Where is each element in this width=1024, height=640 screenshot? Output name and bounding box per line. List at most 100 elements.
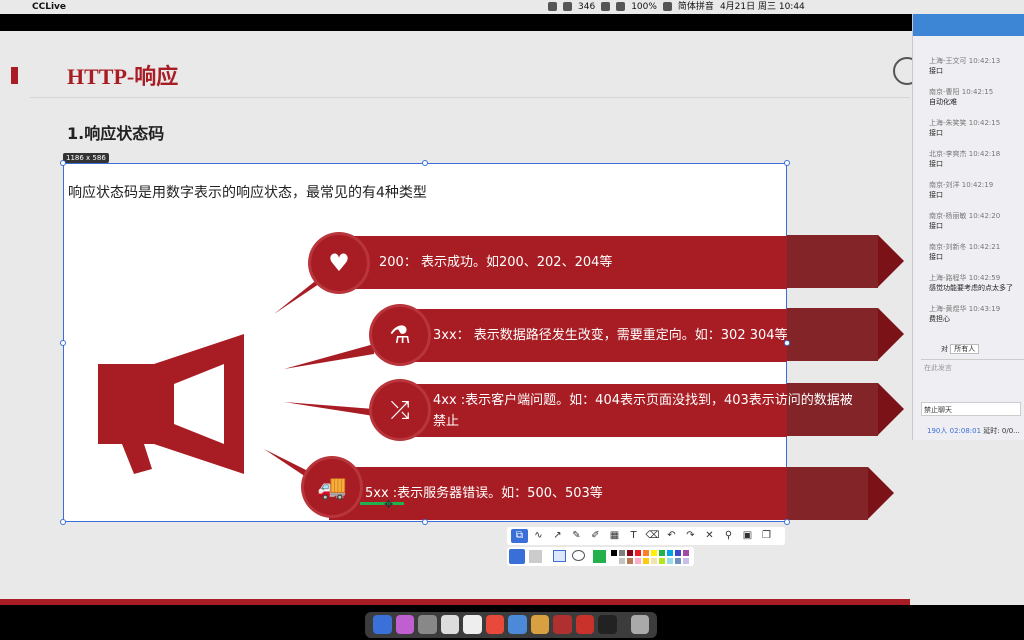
resize-handle[interactable] <box>784 519 790 525</box>
selection-size-label: 1186 x 586 <box>63 153 109 163</box>
brush-size-small[interactable] <box>509 549 525 564</box>
chat-message: 北京-李爽杰 10:42:18 接口 <box>929 150 1001 168</box>
section-heading: 1.响应状态码 <box>67 124 165 143</box>
annotation-toolbar: ⧉ ∿ ↗ ✎ ✐ ▦ T ⌫ ↶ ↷ ✕ ⚲ ▣ ❐ <box>507 527 785 545</box>
color-swatch[interactable] <box>643 550 649 556</box>
selected-color-swatch[interactable] <box>593 550 606 563</box>
flask-icon: ⚗ <box>372 307 428 363</box>
undo-icon[interactable]: ↶ <box>663 529 680 543</box>
chat-input[interactable]: 在此发言 <box>921 359 1024 403</box>
color-swatch[interactable] <box>627 550 633 556</box>
line-tool-icon[interactable]: ∿ <box>530 529 547 543</box>
chat-panel: 上海-王文可 10:42:13 接口 南京-曹阳 10:42:15 自动化难 上海-朱笑… <box>912 14 1024 440</box>
resize-handle[interactable] <box>422 519 428 525</box>
status-count[interactable]: 346 <box>578 0 595 14</box>
app-icon[interactable] <box>553 615 572 634</box>
date-time[interactable]: 4月21日 周三 10:44 <box>720 0 805 14</box>
color-swatch[interactable] <box>635 550 641 556</box>
title-divider <box>30 97 910 98</box>
arrow-tool-icon[interactable]: ↗ <box>549 529 566 543</box>
color-swatch[interactable] <box>651 558 657 564</box>
capture-description: 响应状态码是用数字表示的响应状态，最常见的有4种类型 <box>68 185 427 201</box>
menubar: CCLive 346 100% 简体拼音 4月21日 周三 10:44 <box>0 0 1024 14</box>
ribbon-ext-4 <box>786 467 868 520</box>
wifi-icon[interactable] <box>601 2 611 11</box>
status-ribbon: 3xx： 表示数据路径发生改变，需要重定向。如：302 304等 <box>411 309 788 362</box>
chat-message: 上海-黄煜华 10:43:19 费担心 <box>929 305 1001 323</box>
terminal-icon[interactable] <box>598 615 617 634</box>
text-tool-icon[interactable]: T <box>625 529 642 543</box>
app-name[interactable]: CCLive <box>32 0 66 14</box>
status-ribbon: 5xx :表示服务器错误。如：500、503等 <box>329 467 787 520</box>
ime-label[interactable]: 简体拼音 <box>678 0 714 14</box>
chat-footer: 190人 02:08:01 延时: 0/0... <box>927 427 1020 435</box>
rectangle-icon[interactable] <box>553 550 566 562</box>
color-swatch[interactable] <box>651 550 657 556</box>
color-swatch[interactable] <box>675 558 681 564</box>
color-swatch[interactable] <box>619 558 625 564</box>
mosaic-tool-icon[interactable]: ▦ <box>606 529 623 543</box>
color-swatch[interactable] <box>667 558 673 564</box>
status-ribbon: 4xx :表示客户端问题。如：404表示页面没找到，403表示访问的数据被禁止 <box>411 384 853 437</box>
volume-icon[interactable] <box>616 2 626 11</box>
resize-handle[interactable] <box>60 160 66 166</box>
status-area: 346 100% 简体拼音 4月21日 周三 10:44 <box>548 0 1020 14</box>
copy-icon[interactable]: ❐ <box>758 529 775 543</box>
chat-message: 上海-路程华 10:42:59 感觉功能要考虑的点太多了 <box>929 274 1013 292</box>
resize-handle[interactable] <box>784 160 790 166</box>
color-swatch[interactable] <box>635 558 641 564</box>
close-icon[interactable]: ✕ <box>701 529 718 543</box>
heart-icon: ♥ <box>311 235 367 291</box>
resize-handle[interactable] <box>60 340 66 346</box>
textedit-icon[interactable] <box>440 615 459 634</box>
notes-icon[interactable] <box>463 615 482 634</box>
color-swatch[interactable] <box>611 558 617 564</box>
resize-handle[interactable] <box>60 519 66 525</box>
trash-icon[interactable] <box>630 615 649 634</box>
marker-tool-icon[interactable]: ✐ <box>587 529 604 543</box>
chat-header <box>913 14 1024 36</box>
dock <box>365 612 657 638</box>
resize-handle[interactable] <box>784 340 790 346</box>
color-swatch[interactable] <box>619 550 625 556</box>
status-text-3xx: 3xx： 表示数据路径发生改变，需要重定向。如：302 304等 <box>433 328 788 343</box>
fill-pattern-icon[interactable] <box>529 550 542 563</box>
color-swatch[interactable] <box>683 550 689 556</box>
color-palette <box>507 547 694 566</box>
record-icon[interactable] <box>575 615 594 634</box>
ribbon-tip-3 <box>878 383 904 435</box>
select-tool-icon[interactable]: ⧉ <box>511 529 528 543</box>
save-icon[interactable]: ▣ <box>739 529 756 543</box>
app-status-icon[interactable] <box>563 2 572 11</box>
pen-tool-icon[interactable]: ✎ <box>568 529 585 543</box>
megaphone-icon <box>98 334 244 474</box>
cloud-icon[interactable] <box>508 615 527 634</box>
color-swatch[interactable] <box>611 550 617 556</box>
chat-message: 上海-朱笑笑 10:42:15 接口 <box>929 119 1001 137</box>
battery-label[interactable]: 100% <box>631 0 657 14</box>
redo-icon[interactable]: ↷ <box>682 529 699 543</box>
eraser-tool-icon[interactable]: ⌫ <box>644 529 661 543</box>
app-status-icon[interactable] <box>548 2 557 11</box>
ellipse-icon[interactable] <box>572 550 585 561</box>
launchpad-icon[interactable] <box>395 615 414 634</box>
color-swatch[interactable] <box>667 550 673 556</box>
pin-icon[interactable]: ⚲ <box>720 529 737 543</box>
color-swatch[interactable] <box>627 558 633 564</box>
color-swatch[interactable] <box>659 550 665 556</box>
chrome-icon[interactable] <box>485 615 504 634</box>
ribbon-tip-1 <box>878 235 904 287</box>
capture-region[interactable]: 响应状态码是用数字表示的响应状态，最常见的有4种类型 200： 表示成功。如20… <box>63 163 853 522</box>
chat-target[interactable]: 对 所有人 <box>941 344 980 354</box>
ban-chat-checkbox[interactable]: 禁止聊天 <box>921 402 1021 416</box>
color-swatch[interactable] <box>675 550 681 556</box>
package-icon[interactable] <box>530 615 549 634</box>
rocket-icon[interactable] <box>418 615 437 634</box>
chat-message: 南京-曹阳 10:42:15 自动化难 <box>929 88 994 106</box>
battery-icon[interactable] <box>662 2 672 11</box>
color-swatch[interactable] <box>659 558 665 564</box>
color-swatch[interactable] <box>683 558 689 564</box>
finder-icon[interactable] <box>373 615 392 634</box>
resize-handle[interactable] <box>422 160 428 166</box>
color-swatch[interactable] <box>643 558 649 564</box>
